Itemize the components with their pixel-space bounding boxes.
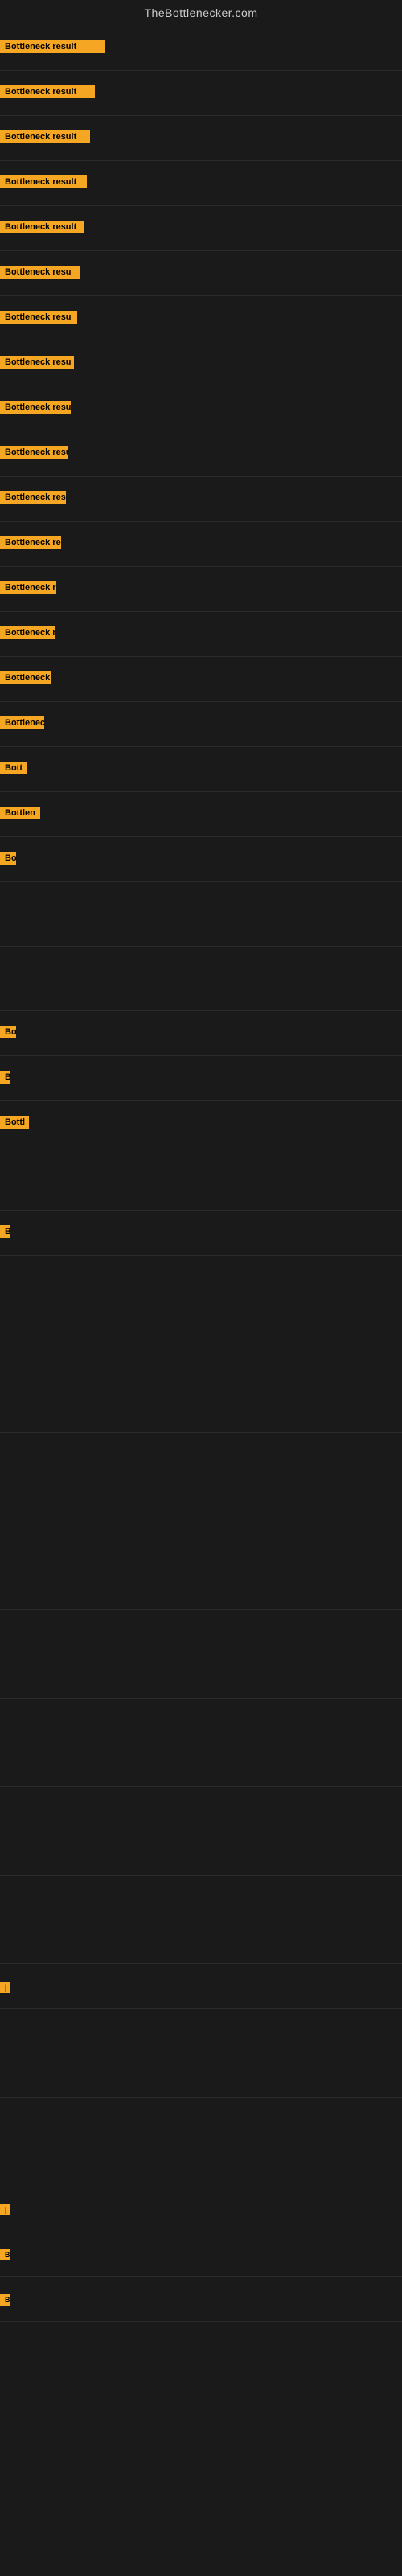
table-row: Bottleneck re xyxy=(0,567,402,612)
table-row: Bottleneck resu xyxy=(0,431,402,477)
main-container: TheBottlenecker.com Bottleneck result Bo… xyxy=(0,0,402,2322)
table-row xyxy=(0,1344,402,1433)
bottleneck-badge: Bottlenec xyxy=(0,716,44,729)
table-row: Bo xyxy=(0,837,402,882)
table-row: | xyxy=(0,2186,402,2231)
bottleneck-badge: B xyxy=(0,1071,10,1084)
table-row xyxy=(0,1146,402,1211)
bottleneck-badge: Bottleneck result xyxy=(0,221,84,233)
bottleneck-badge: Bottleneck resu xyxy=(0,491,66,504)
bottleneck-badge: B xyxy=(0,2294,10,2306)
bottleneck-badge: Bottleneck result xyxy=(0,130,90,143)
table-row: Bottlen xyxy=(0,792,402,837)
bottleneck-badge: Bottleneck re xyxy=(0,671,51,684)
table-row: Bottleneck resu xyxy=(0,386,402,431)
table-row xyxy=(0,947,402,1011)
table-row xyxy=(0,1787,402,1876)
table-row: B xyxy=(0,2277,402,2322)
table-row: Bottleneck resu xyxy=(0,251,402,296)
bottleneck-badge: Bottleneck res xyxy=(0,536,61,549)
bottleneck-badge: Bottleneck resu xyxy=(0,266,80,279)
table-row: Bottleneck resu xyxy=(0,296,402,341)
table-row: Bottleneck res xyxy=(0,522,402,567)
table-row: B xyxy=(0,1211,402,1256)
table-row: Bottlenec xyxy=(0,702,402,747)
bottleneck-badge: Bottleneck res xyxy=(0,626,55,639)
table-row: Bottleneck res xyxy=(0,612,402,657)
table-row: B xyxy=(0,1056,402,1101)
bottleneck-badge: Bottleneck resu xyxy=(0,446,68,459)
table-row: Bottleneck result xyxy=(0,116,402,161)
bottleneck-badge: Bottleneck result xyxy=(0,175,87,188)
bottleneck-badge: Bottleneck result xyxy=(0,40,105,53)
bottleneck-badge: Bo xyxy=(0,852,16,865)
table-row xyxy=(0,2098,402,2186)
bottleneck-badge: Bottleneck result xyxy=(0,85,95,98)
bottleneck-badge: | xyxy=(0,2204,10,2215)
bottleneck-badge: B xyxy=(0,2249,10,2260)
bottleneck-badge: Bo xyxy=(0,1026,16,1038)
table-row xyxy=(0,1610,402,1699)
bottleneck-badge: Bottlen xyxy=(0,807,40,819)
table-row: Bottleneck result xyxy=(0,161,402,206)
site-title: TheBottlenecker.com xyxy=(0,0,402,26)
table-row: B xyxy=(0,2231,402,2277)
table-row xyxy=(0,882,402,947)
table-row: Bo xyxy=(0,1011,402,1056)
bottleneck-badge: | xyxy=(0,1982,10,1993)
table-row: Bottl xyxy=(0,1101,402,1146)
table-row xyxy=(0,1256,402,1344)
table-row xyxy=(0,1433,402,1521)
table-row xyxy=(0,1876,402,1964)
table-row xyxy=(0,2009,402,2098)
bottleneck-badge: Bottleneck resu xyxy=(0,401,71,414)
table-row: Bottleneck result xyxy=(0,26,402,71)
table-row: Bottleneck result xyxy=(0,71,402,116)
table-row xyxy=(0,1699,402,1787)
bottleneck-badge: Bottleneck resu xyxy=(0,311,77,324)
bottleneck-badge: Bott xyxy=(0,762,27,774)
table-row: Bottleneck resu xyxy=(0,477,402,522)
bottleneck-badge: Bottl xyxy=(0,1116,29,1129)
bottleneck-badge: Bottleneck resu xyxy=(0,356,74,369)
table-row: Bottleneck result xyxy=(0,206,402,251)
table-row: | xyxy=(0,1964,402,2009)
bottleneck-badge: B xyxy=(0,1225,10,1238)
bottleneck-badge: Bottleneck re xyxy=(0,581,56,594)
table-row xyxy=(0,1521,402,1610)
table-row: Bottleneck re xyxy=(0,657,402,702)
table-row: Bottleneck resu xyxy=(0,341,402,386)
table-row: Bott xyxy=(0,747,402,792)
